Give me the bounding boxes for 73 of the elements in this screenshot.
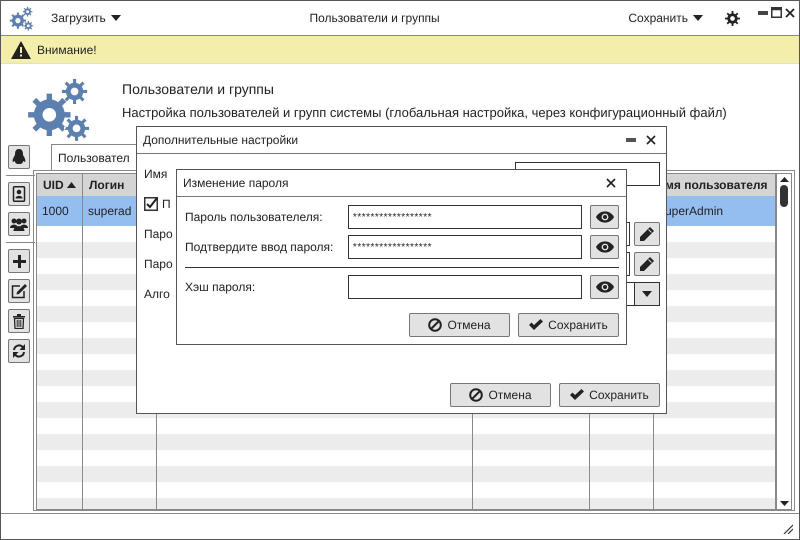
field-label: Подтвердите ввод пароля:: [185, 240, 334, 254]
penguin-button[interactable]: [8, 145, 30, 169]
dialog-title: Изменение пароля: [183, 176, 290, 190]
check-icon: [529, 319, 544, 331]
show-password-button[interactable]: [590, 235, 619, 259]
contacts-button[interactable]: [8, 182, 30, 206]
minimize-icon[interactable]: [758, 10, 768, 14]
show-password-button[interactable]: [590, 275, 619, 299]
add-button[interactable]: [8, 249, 30, 273]
password-field[interactable]: [348, 275, 582, 299]
save-button[interactable]: Сохранить: [559, 383, 660, 407]
field-label: Хэш пароля:: [185, 280, 256, 294]
field-label: Алго: [144, 287, 170, 301]
pencil-icon: [640, 257, 654, 271]
eye-icon: [596, 281, 614, 293]
cancel-icon: [428, 318, 442, 332]
scroll-down-icon[interactable]: [780, 501, 788, 506]
penguin-icon: [12, 149, 26, 165]
resize-grip-icon[interactable]: [783, 524, 793, 534]
warning-icon: [11, 40, 31, 58]
plus-icon: [12, 254, 26, 268]
caret-icon: [693, 15, 703, 21]
field-label: Паро: [144, 227, 173, 241]
address-book-icon: [12, 186, 26, 202]
gears-icon: [9, 5, 35, 31]
page-subtitle: Настройка пользователей и групп системы (глобальная настройка, через конфигурационный файл): [122, 105, 727, 120]
cancel-button[interactable]: Отмена: [450, 383, 551, 407]
refresh-button[interactable]: [8, 339, 30, 363]
field-label: Имя: [144, 167, 168, 181]
checkbox[interactable]: [144, 197, 158, 211]
field-label: Пароль пользователеля:: [185, 210, 324, 224]
delete-button[interactable]: [8, 309, 30, 333]
field-label: П: [162, 197, 171, 211]
cancel-icon: [469, 388, 484, 402]
scroll-thumb[interactable]: [780, 185, 788, 207]
cancel-button[interactable]: Отмена: [409, 313, 510, 337]
caret-icon: [110, 15, 121, 21]
save-menu[interactable]: Сохранить: [628, 11, 703, 25]
groups-button[interactable]: [8, 212, 30, 236]
scrollbar[interactable]: [776, 174, 791, 509]
users-tab[interactable]: Пользовател: [51, 144, 137, 170]
settings-icon[interactable]: [725, 10, 740, 26]
page-title: Пользователи и группы: [122, 81, 275, 97]
column-header[interactable]: UID: [43, 178, 76, 192]
trash-icon: [13, 314, 25, 328]
pencil-icon: [640, 227, 654, 241]
warning-text: Внимание!: [37, 42, 97, 56]
field-label: Паро: [144, 257, 173, 271]
table-cell: superad: [88, 204, 132, 218]
dialog-title: Дополнительные настройки: [143, 133, 300, 147]
table-cell: 1000: [42, 204, 69, 218]
show-password-button[interactable]: [590, 205, 619, 229]
password-field[interactable]: ******************: [348, 235, 582, 259]
load-menu[interactable]: Загрузить: [51, 11, 121, 25]
refresh-icon: [12, 344, 26, 358]
scroll-up-icon[interactable]: [780, 177, 788, 182]
sort-icon: [66, 182, 76, 188]
group-icon: [10, 217, 28, 231]
edit-button[interactable]: [8, 279, 30, 303]
save-button[interactable]: Сохранить: [518, 313, 619, 337]
close-icon[interactable]: [606, 178, 616, 188]
edit-button[interactable]: [634, 222, 660, 246]
eye-icon: [596, 211, 614, 223]
password-field[interactable]: ******************: [348, 205, 582, 229]
eye-icon: [596, 241, 614, 253]
column-header[interactable]: Логин: [89, 178, 124, 192]
close-icon[interactable]: [646, 135, 656, 145]
edit-icon: [11, 284, 27, 298]
edit-button[interactable]: [634, 252, 660, 276]
table-cell: uperAdmin: [665, 204, 724, 218]
close-icon[interactable]: [785, 8, 795, 18]
maximize-icon[interactable]: [771, 7, 782, 18]
window-title: Пользователи и группы: [308, 11, 441, 25]
